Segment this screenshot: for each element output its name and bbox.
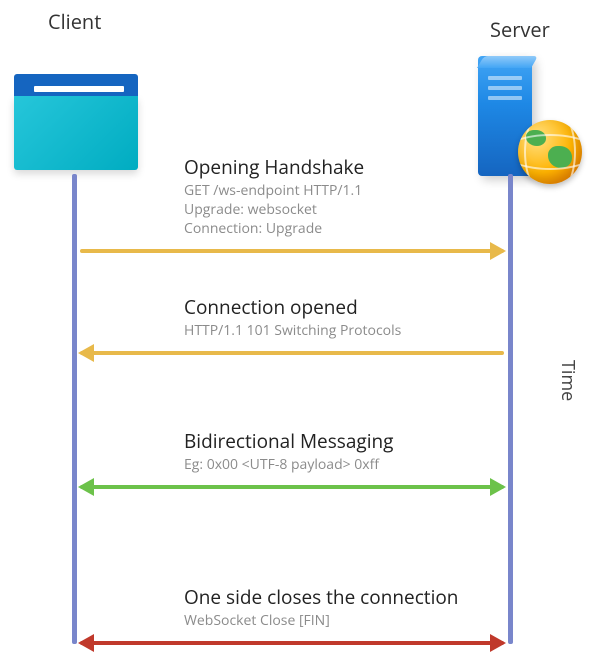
server-lifeline xyxy=(508,174,513,644)
time-axis-label: Time xyxy=(556,360,580,401)
step-detail-line: WebSocket Close [FIN] xyxy=(184,612,504,631)
step-bidirectional-messaging: Bidirectional Messaging Eg: 0x00 <UTF-8 … xyxy=(80,428,504,489)
step-detail-line: Upgrade: websocket xyxy=(184,201,504,220)
step-opening-handshake: Opening Handshake GET /ws-endpoint HTTP/… xyxy=(80,154,504,253)
browser-addressbar xyxy=(34,86,124,92)
step-close-connection: One side closes the connection WebSocket… xyxy=(80,584,504,645)
globe-land xyxy=(548,146,572,168)
step-title: Opening Handshake xyxy=(184,154,504,180)
arrow-bidirectional xyxy=(80,485,504,489)
globe-icon xyxy=(518,120,582,184)
client-lifeline xyxy=(72,174,77,644)
globe-land xyxy=(526,130,546,146)
server-slot xyxy=(488,86,522,90)
step-title: Connection opened xyxy=(184,294,504,320)
step-detail-line: Eg: 0x00 <UTF-8 payload> 0xff xyxy=(184,456,504,475)
step-detail-line: HTTP/1.1 101 Switching Protocols xyxy=(184,322,504,341)
step-title: Bidirectional Messaging xyxy=(184,428,504,454)
arrow-server-to-client xyxy=(80,351,504,355)
step-title: One side closes the connection xyxy=(184,584,504,610)
server-slot xyxy=(488,76,522,80)
step-detail-line: Connection: Upgrade xyxy=(184,220,504,239)
client-label: Client xyxy=(48,8,101,35)
step-detail-line: GET /ws-endpoint HTTP/1.1 xyxy=(184,182,504,201)
server-slot xyxy=(488,96,522,100)
browser-titlebar xyxy=(14,74,138,96)
step-connection-opened: Connection opened HTTP/1.1 101 Switching… xyxy=(80,294,504,355)
server-label: Server xyxy=(490,16,550,43)
arrow-client-to-server xyxy=(80,249,504,253)
arrow-bidirectional-close xyxy=(80,641,504,645)
